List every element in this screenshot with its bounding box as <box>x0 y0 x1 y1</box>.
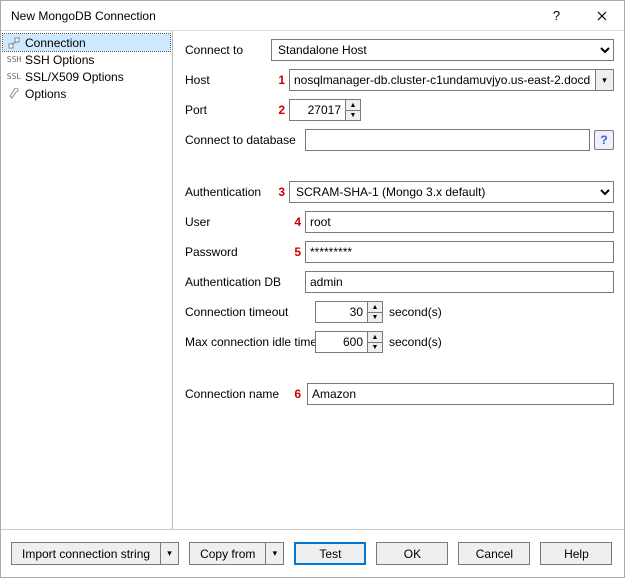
import-button[interactable]: Import connection string <box>11 542 161 565</box>
timeout-up-button[interactable]: ▲ <box>367 301 383 312</box>
form-panel: Connect to Standalone Host Host 1 ▾ Port… <box>173 31 624 529</box>
sidebar-item-label: SSL/X509 Options <box>25 70 124 84</box>
marker-2: 2 <box>271 103 285 117</box>
cancel-button[interactable]: Cancel <box>458 542 530 565</box>
marker-6: 6 <box>289 387 301 401</box>
idle-label: Max connection idle time <box>185 335 335 349</box>
marker-1: 1 <box>271 73 285 87</box>
port-input[interactable] <box>289 99 345 121</box>
authdb-input[interactable] <box>305 271 614 293</box>
idle-input[interactable] <box>315 331 367 353</box>
conn-timeout-label: Connection timeout <box>185 305 315 319</box>
button-bar: Import connection string ▾ Copy from ▾ T… <box>1 529 624 577</box>
close-icon <box>597 11 607 21</box>
seconds-unit: second(s) <box>389 305 442 319</box>
sidebar-item-label: Connection <box>25 36 86 50</box>
sidebar-item-ssh[interactable]: SSH SSH Options <box>3 51 170 68</box>
copy-from-button[interactable]: Copy from <box>189 542 266 565</box>
help-button[interactable]: Help <box>540 542 612 565</box>
port-down-button[interactable]: ▼ <box>345 110 361 121</box>
idle-stepper[interactable]: ▲ ▼ <box>315 331 383 353</box>
seconds-unit: second(s) <box>389 335 442 349</box>
copy-from-dropdown-button[interactable]: ▾ <box>266 542 284 565</box>
sidebar: Connection SSH SSH Options SSL SSL/X509 … <box>1 31 173 529</box>
connect-to-select[interactable]: Standalone Host <box>271 39 614 61</box>
sidebar-item-label: Options <box>25 87 66 101</box>
connect-db-label: Connect to database <box>185 133 305 147</box>
port-stepper[interactable]: ▲ ▼ <box>289 99 361 121</box>
auth-select[interactable]: SCRAM-SHA-1 (Mongo 3.x default) <box>289 181 614 203</box>
titlebar-help-button[interactable]: ? <box>534 1 579 30</box>
sidebar-item-options[interactable]: Options <box>3 85 170 102</box>
ssl-icon: SSL <box>7 70 21 84</box>
password-label: Password <box>185 245 271 259</box>
timeout-down-button[interactable]: ▼ <box>367 312 383 323</box>
connect-db-input[interactable] <box>305 129 590 151</box>
authdb-label: Authentication DB <box>185 275 305 289</box>
conn-name-label: Connection name <box>185 387 305 401</box>
host-input[interactable] <box>289 69 596 91</box>
sidebar-item-label: SSH Options <box>25 53 94 67</box>
content-area: Connection SSH SSH Options SSL SSL/X509 … <box>1 31 624 529</box>
user-label: User <box>185 215 271 229</box>
password-input[interactable] <box>305 241 614 263</box>
test-button[interactable]: Test <box>294 542 366 565</box>
sidebar-item-connection[interactable]: Connection <box>3 34 170 51</box>
conn-name-input[interactable] <box>307 383 614 405</box>
help-icon[interactable]: ? <box>594 130 614 150</box>
user-input[interactable] <box>305 211 614 233</box>
window-title: New MongoDB Connection <box>11 9 534 23</box>
port-label: Port <box>185 103 271 117</box>
idle-up-button[interactable]: ▲ <box>367 331 383 342</box>
sidebar-item-ssl[interactable]: SSL SSL/X509 Options <box>3 68 170 85</box>
auth-label: Authentication <box>185 185 271 199</box>
ssh-icon: SSH <box>7 53 21 67</box>
marker-4: 4 <box>271 215 301 229</box>
wrench-icon <box>7 87 21 101</box>
connect-to-label: Connect to <box>185 43 271 57</box>
host-dropdown-button[interactable]: ▾ <box>596 69 614 91</box>
conn-timeout-input[interactable] <box>315 301 367 323</box>
ok-button[interactable]: OK <box>376 542 448 565</box>
titlebar: New MongoDB Connection ? <box>1 1 624 31</box>
marker-5: 5 <box>271 245 301 259</box>
idle-down-button[interactable]: ▼ <box>367 342 383 353</box>
conn-timeout-stepper[interactable]: ▲ ▼ <box>315 301 383 323</box>
host-label: Host <box>185 73 271 87</box>
close-button[interactable] <box>579 1 624 30</box>
marker-3: 3 <box>271 185 285 199</box>
port-up-button[interactable]: ▲ <box>345 99 361 110</box>
import-dropdown-button[interactable]: ▾ <box>161 542 179 565</box>
connection-icon <box>7 36 21 50</box>
